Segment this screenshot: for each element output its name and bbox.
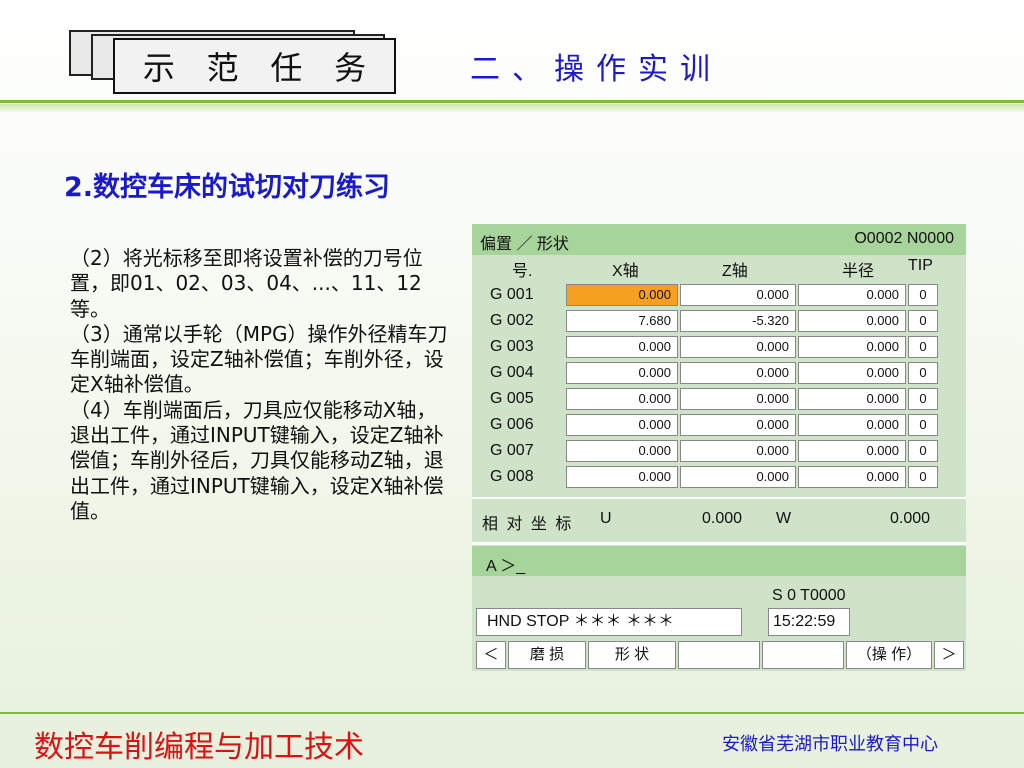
offset-cell-z[interactable]: -5.320 bbox=[680, 310, 796, 332]
offset-cell-z[interactable]: 0.000 bbox=[680, 414, 796, 436]
softkey-blank[interactable] bbox=[678, 641, 760, 669]
u-value: 0.000 bbox=[702, 510, 743, 527]
offset-cell-x[interactable]: 0.000 bbox=[566, 362, 678, 384]
offset-cell-tip[interactable]: 0 bbox=[908, 414, 938, 436]
col-header-z: Z轴 bbox=[722, 263, 748, 280]
task-label-char: 示 bbox=[142, 49, 175, 87]
col-header-tip: TIP bbox=[908, 257, 933, 274]
panel-title: 偏置 ／ 形状 bbox=[480, 236, 569, 253]
w-value: 0.000 bbox=[890, 510, 931, 527]
header-top-band bbox=[0, 100, 1024, 103]
relative-coords-row: 相 对 坐 标 U 0.000 W 0.000 bbox=[472, 500, 966, 540]
mode-status: HND STOP ＊＊＊ ＊＊＊ bbox=[476, 608, 742, 636]
instruction-paragraph: （3）通常以手轮（MPG）操作外径精车刀车削端面，设定Z轴补偿值；车削外径，设定… bbox=[70, 321, 448, 397]
offset-cell-z[interactable]: 0.000 bbox=[680, 362, 796, 384]
relative-coords-label: 相 对 坐 标 bbox=[482, 516, 574, 533]
task-label-char: 任 bbox=[270, 49, 303, 87]
u-label: U bbox=[600, 510, 612, 527]
offset-cell-x[interactable]: 0.000 bbox=[566, 284, 678, 306]
footer-organization: 安徽省芜湖市职业教育中心 bbox=[722, 734, 938, 755]
offset-cell-x[interactable]: 0.000 bbox=[566, 466, 678, 488]
offset-cell-tip[interactable]: 0 bbox=[908, 284, 938, 306]
softkey-wear[interactable]: 磨 损 bbox=[508, 641, 586, 669]
instruction-paragraph: （4）车削端面后，刀具应仅能移动X轴，退出工件，通过INPUT键输入，设定Z轴补… bbox=[70, 397, 444, 523]
offset-cell-tip[interactable]: 0 bbox=[908, 310, 938, 332]
offset-cell-z[interactable]: 0.000 bbox=[680, 466, 796, 488]
offset-cell-x[interactable]: 0.000 bbox=[566, 440, 678, 462]
page-subtitle: 2.数控车床的试切对刀练习 bbox=[64, 172, 391, 203]
panel-title-bar: 偏置 ／ 形状 O0002 N0000 bbox=[472, 224, 966, 255]
offset-cell-x[interactable]: 0.000 bbox=[566, 336, 678, 358]
offset-cell-r[interactable]: 0.000 bbox=[798, 310, 906, 332]
header-bottom-band bbox=[0, 104, 1024, 112]
softkey-operation[interactable]: （操 作） bbox=[846, 641, 932, 669]
offset-cell-tip[interactable]: 0 bbox=[908, 440, 938, 462]
offset-cell-tip[interactable]: 0 bbox=[908, 362, 938, 384]
section-title: 二、操作实训 bbox=[470, 52, 722, 87]
footer-divider bbox=[0, 712, 1024, 714]
offset-cell-tip[interactable]: 0 bbox=[908, 466, 938, 488]
offset-cell-z[interactable]: 0.000 bbox=[680, 388, 796, 410]
w-label: W bbox=[776, 510, 792, 527]
offset-row-number: G 005 bbox=[490, 390, 534, 407]
offset-cell-r[interactable]: 0.000 bbox=[798, 466, 906, 488]
col-header-radius: 半径 bbox=[842, 263, 875, 280]
footer-title: 数控车削编程与加工技术 bbox=[34, 730, 364, 765]
softkey-shape[interactable]: 形 状 bbox=[588, 641, 676, 669]
spindle-status-row: S 0 T0000 bbox=[472, 576, 966, 606]
spindle-tool-status: S 0 T0000 bbox=[772, 587, 846, 604]
prompt-text: A ＞_ bbox=[486, 558, 526, 575]
offset-cell-z[interactable]: 0.000 bbox=[680, 440, 796, 462]
offset-cell-x[interactable]: 0.000 bbox=[566, 388, 678, 410]
softkey-blank[interactable] bbox=[762, 641, 844, 669]
offset-row-number: G 003 bbox=[490, 338, 534, 355]
offset-cell-tip[interactable]: 0 bbox=[908, 388, 938, 410]
offset-cell-z[interactable]: 0.000 bbox=[680, 336, 796, 358]
divider bbox=[472, 542, 966, 545]
softkey-next[interactable]: ＞ bbox=[934, 641, 964, 669]
offset-cell-z[interactable]: 0.000 bbox=[680, 284, 796, 306]
offset-cell-tip[interactable]: 0 bbox=[908, 336, 938, 358]
task-label-char: 范 bbox=[206, 49, 239, 87]
offset-row-number: G 001 bbox=[490, 286, 534, 303]
task-label: 示 范 任 务 bbox=[113, 38, 396, 94]
divider bbox=[472, 497, 966, 499]
instructions-text: （2）将光标移至即将设置补偿的刀号位置，即01、02、03、04、...、11、… bbox=[70, 246, 448, 524]
command-prompt[interactable]: A ＞_ bbox=[472, 546, 966, 576]
offset-row-number: G 006 bbox=[490, 416, 534, 433]
offset-cell-r[interactable]: 0.000 bbox=[798, 388, 906, 410]
task-label-char: 务 bbox=[334, 49, 367, 87]
cnc-offset-panel: 偏置 ／ 形状 O0002 N0000 号. X轴 Z轴 半径 TIP G 00… bbox=[472, 224, 966, 671]
offset-row-number: G 008 bbox=[490, 468, 534, 485]
offset-cell-x[interactable]: 0.000 bbox=[566, 414, 678, 436]
col-header-no: 号. bbox=[512, 263, 533, 280]
softkey-bar: ＜ 磨 损 形 状 （操 作） ＞ bbox=[472, 640, 966, 670]
offset-row-number: G 002 bbox=[490, 312, 534, 329]
program-number: O0002 N0000 bbox=[854, 230, 954, 247]
instruction-paragraph: （2）将光标移至即将设置补偿的刀号位置，即01、02、03、04、...、11、… bbox=[70, 246, 423, 321]
col-header-x: X轴 bbox=[612, 263, 639, 280]
softkey-prev[interactable]: ＜ bbox=[476, 641, 506, 669]
offset-row-number: G 007 bbox=[490, 442, 534, 459]
clock: 15:22:59 bbox=[768, 608, 850, 636]
offset-cell-x[interactable]: 7.680 bbox=[566, 310, 678, 332]
offset-cell-r[interactable]: 0.000 bbox=[798, 414, 906, 436]
offset-cell-r[interactable]: 0.000 bbox=[798, 440, 906, 462]
offset-cell-r[interactable]: 0.000 bbox=[798, 362, 906, 384]
offset-cell-r[interactable]: 0.000 bbox=[798, 336, 906, 358]
offset-row-number: G 004 bbox=[490, 364, 534, 381]
offset-cell-r[interactable]: 0.000 bbox=[798, 284, 906, 306]
